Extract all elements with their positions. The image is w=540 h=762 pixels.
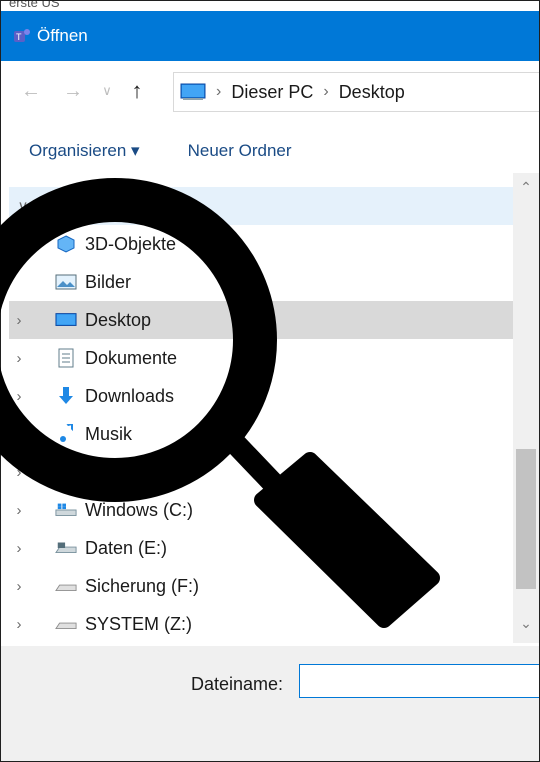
scroll-up-icon[interactable]: ⌃ [513, 179, 539, 199]
arrow-left-icon[interactable]: ← [17, 80, 45, 103]
breadcrumb-dieser-pc[interactable]: Dieser PC [231, 82, 313, 103]
chevron-down-icon[interactable]: ∨ [93, 83, 121, 99]
downloads-icon [55, 387, 77, 405]
chevron-right-icon[interactable]: › [9, 350, 29, 367]
tree-item-label: Bilder [85, 271, 132, 292]
breadcrumb-desktop[interactable]: Desktop [339, 82, 405, 103]
drive-icon [55, 539, 77, 557]
tree-item-daten-e[interactable]: › Daten (E:) [9, 529, 513, 567]
new-folder-button[interactable]: Neuer Ordner [188, 141, 292, 161]
tree-item-label: Videos [85, 461, 140, 482]
chevron-right-icon[interactable]: › [9, 540, 29, 557]
tree-item-dieser-pc[interactable]: ∨ Dieser PC [9, 187, 513, 225]
tree-item-label: Downloads [85, 385, 175, 406]
tree-item-musik[interactable]: › Musik [9, 415, 513, 453]
tree-item-label: Musik [85, 423, 133, 444]
chevron-right-icon[interactable]: › [9, 388, 29, 405]
chevron-right-icon[interactable]: › [9, 616, 29, 633]
chevron-right-icon[interactable]: › [9, 236, 29, 253]
tree-item-label: Sicherung (F:) [85, 575, 200, 596]
breadcrumb-separator: › [323, 83, 329, 100]
dialog-footer: Dateiname: [1, 646, 539, 761]
open-dialog: erste US T Öffnen ← → ∨ ↑ › Dieser PC › … [0, 0, 540, 762]
organize-button[interactable]: Organisieren ▾ [29, 141, 140, 161]
scroll-down-icon[interactable]: ⌄ [513, 615, 539, 635]
documents-icon [55, 348, 77, 368]
address-bar[interactable]: › Dieser PC › Desktop [173, 72, 539, 112]
tree-item-label: 3D-Objekte [85, 233, 177, 254]
desktop-icon [55, 311, 77, 329]
computer-icon [43, 197, 65, 215]
folder-tree: ∨ Dieser PC › 3D-Objekte Bilder › Deskto… [9, 187, 513, 647]
desktop-icon [180, 83, 206, 101]
chevron-down-icon[interactable]: ∨ [13, 197, 33, 215]
tree-item-label: Dieser PC [73, 195, 156, 216]
chevron-right-icon[interactable]: › [9, 464, 29, 481]
tree-item-downloads[interactable]: › Downloads [9, 377, 513, 415]
filename-input[interactable] [299, 664, 539, 698]
scrollbar-thumb[interactable] [516, 449, 536, 589]
drive-icon [55, 577, 77, 595]
tree-item-desktop[interactable]: › Desktop [9, 301, 513, 339]
breadcrumb-separator: › [216, 83, 222, 100]
tree-item-videos[interactable]: › Videos [9, 453, 513, 491]
arrow-up-icon[interactable]: ↑ [123, 78, 151, 104]
title-bar: T Öffnen [1, 11, 539, 61]
music-icon [55, 424, 77, 443]
videos-icon [55, 463, 77, 481]
chevron-right-icon[interactable]: › [9, 426, 29, 443]
navigation-bar: ← → ∨ ↑ › Dieser PC › Desktop [1, 61, 539, 121]
tree-scrollbar[interactable]: ⌃ ⌄ [513, 173, 539, 643]
teams-app-icon: T [13, 27, 31, 45]
tree-item-label: Windows (C:) [85, 499, 194, 520]
windows-drive-icon [55, 501, 77, 519]
filename-label: Dateiname: [191, 674, 284, 694]
chevron-right-icon[interactable]: › [9, 578, 29, 595]
background-text: erste US [9, 0, 60, 10]
tree-item-label: SYSTEM (Z:) [85, 613, 192, 634]
tree-item-label: Daten (E:) [85, 537, 168, 558]
tree-item-bilder[interactable]: Bilder [9, 263, 513, 301]
pictures-icon [55, 273, 77, 291]
tree-item-label: Desktop [85, 309, 152, 330]
window-title: Öffnen [37, 26, 88, 45]
drive-icon [55, 615, 77, 633]
background-strip: erste US [1, 1, 539, 11]
tree-item-3d-objekte[interactable]: › 3D-Objekte [9, 225, 513, 263]
tree-item-dokumente[interactable]: › Dokumente [9, 339, 513, 377]
arrow-right-icon[interactable]: → [59, 80, 87, 103]
svg-text:T: T [16, 32, 22, 42]
tree-item-system-z[interactable]: › SYSTEM (Z:) [9, 605, 513, 643]
chevron-right-icon[interactable]: › [9, 502, 29, 519]
chevron-right-icon[interactable]: › [9, 312, 29, 329]
command-bar: Organisieren ▾ Neuer Ordner [1, 121, 539, 181]
tree-item-sicherung-f[interactable]: › Sicherung (F:) [9, 567, 513, 605]
tree-item-windows-c[interactable]: › Windows (C:) [9, 491, 513, 529]
tree-item-label: Dokumente [85, 347, 178, 368]
3d-objects-icon [55, 235, 77, 253]
